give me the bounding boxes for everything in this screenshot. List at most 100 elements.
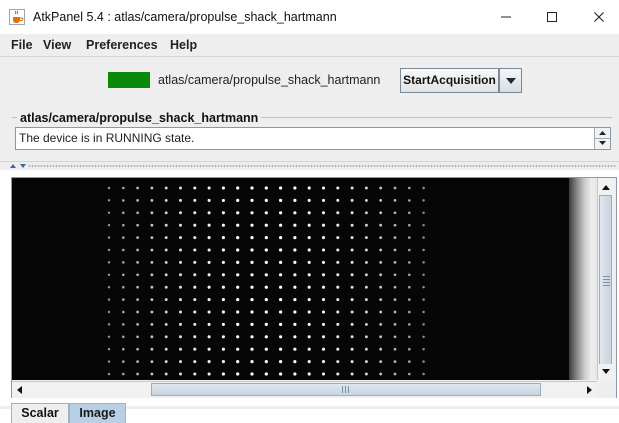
wavefront-spot — [393, 298, 397, 301]
vertical-scroll-thumb[interactable] — [599, 195, 612, 375]
wavefront-spot — [164, 186, 168, 190]
wavefront-spot — [221, 198, 225, 202]
horizontal-scrollbar[interactable] — [12, 381, 597, 397]
wavefront-spot — [307, 211, 311, 215]
scroll-right-button[interactable] — [582, 382, 596, 397]
wavefront-spot — [393, 199, 397, 202]
wavefront-spot — [193, 372, 197, 376]
wavefront-spot — [164, 260, 168, 264]
tab-scalar[interactable]: Scalar — [11, 403, 69, 423]
wavefront-spot — [336, 260, 340, 264]
close-button[interactable] — [576, 0, 619, 34]
wavefront-spot — [350, 248, 354, 252]
wavefront-spot — [164, 298, 168, 302]
wavefront-spot — [422, 285, 425, 289]
scroll-up-button[interactable] — [598, 180, 614, 194]
status-text-area[interactable]: The device is in RUNNING state. — [15, 127, 611, 150]
status-scroll-down-button[interactable] — [595, 138, 610, 148]
maximize-icon — [547, 12, 557, 22]
wavefront-spot — [279, 260, 283, 264]
wavefront-spot — [422, 211, 425, 215]
wavefront-spot — [350, 372, 354, 376]
wavefront-spot — [321, 186, 326, 190]
menu-file[interactable]: File — [11, 38, 33, 52]
wavefront-spot — [379, 335, 383, 339]
wavefront-spot — [136, 273, 139, 277]
wavefront-spot — [122, 223, 125, 227]
wavefront-spot — [350, 186, 354, 190]
command-button[interactable]: StartAcquisition — [400, 68, 499, 93]
wavefront-spot — [164, 310, 168, 314]
wavefront-spot — [164, 347, 168, 351]
tab-image[interactable]: Image — [69, 403, 126, 423]
scroll-left-button[interactable] — [12, 382, 26, 397]
wavefront-spot — [279, 198, 283, 202]
wavefront-spot — [307, 360, 311, 364]
wavefront-spot — [408, 323, 411, 326]
wavefront-spot — [193, 298, 197, 302]
wavefront-spot — [264, 273, 268, 277]
wavefront-spot — [136, 223, 139, 227]
wavefront-spot — [236, 223, 240, 227]
wavefront-spot — [321, 248, 326, 252]
wavefront-spot — [179, 310, 182, 314]
wavefront-spot — [207, 211, 211, 215]
wavefront-spot — [264, 322, 268, 326]
maximize-button[interactable] — [529, 0, 575, 34]
wavefront-spot — [193, 211, 197, 215]
wavefront-spot — [293, 236, 297, 240]
wavefront-spot — [279, 335, 283, 339]
wavefront-spot — [122, 360, 125, 363]
menu-help[interactable]: Help — [170, 38, 197, 52]
wavefront-spot — [193, 186, 197, 190]
wavefront-spot — [393, 223, 397, 227]
wavefront-spot — [408, 285, 411, 289]
wavefront-spot — [179, 186, 182, 190]
arrow-up-icon — [602, 184, 610, 190]
chevron-down-icon — [505, 77, 516, 84]
wavefront-spot — [307, 322, 311, 326]
command-dropdown-button[interactable] — [499, 68, 522, 93]
wavefront-spot — [193, 347, 197, 351]
wavefront-spot — [107, 335, 111, 339]
wavefront-spot — [150, 322, 154, 326]
wavefront-spot — [193, 198, 197, 202]
wavefront-spot — [122, 285, 125, 289]
wavefront-spot — [207, 285, 211, 289]
status-scroll[interactable] — [594, 128, 610, 149]
wavefront-spot — [250, 360, 254, 364]
wavefront-spot — [122, 236, 125, 239]
menu-view[interactable]: View — [43, 38, 71, 52]
wavefront-spot — [279, 322, 283, 326]
wavefront-spot — [393, 360, 397, 363]
wavefront-spot — [236, 211, 240, 215]
camera-image[interactable] — [12, 178, 569, 380]
menu-preferences[interactable]: Preferences — [86, 38, 158, 52]
wavefront-spot — [293, 260, 297, 264]
scroll-down-button[interactable] — [598, 364, 614, 378]
wavefront-spot — [207, 223, 211, 227]
wavefront-spot — [250, 285, 254, 289]
wavefront-spot — [221, 322, 225, 326]
horizontal-scroll-thumb[interactable] — [151, 383, 541, 396]
wavefront-spot — [250, 236, 254, 240]
wavefront-spot — [136, 248, 139, 252]
wavefront-spot — [307, 248, 311, 252]
wavefront-spot — [107, 285, 111, 289]
wavefront-spot — [221, 273, 225, 277]
command-combo[interactable]: StartAcquisition — [400, 68, 522, 93]
wavefront-spot — [150, 335, 154, 339]
wavefront-spot — [279, 372, 283, 376]
camera-image-edge — [569, 178, 597, 380]
wavefront-spot — [350, 347, 354, 351]
wavefront-spot — [264, 186, 268, 190]
vertical-scrollbar[interactable] — [597, 178, 614, 380]
wavefront-spot — [264, 248, 268, 252]
wavefront-spot — [122, 335, 125, 339]
split-pane-divider[interactable] — [0, 161, 619, 170]
minimize-button[interactable] — [483, 0, 529, 34]
wavefront-spot — [393, 323, 397, 326]
wavefront-spot — [164, 211, 168, 215]
wavefront-spot — [336, 298, 340, 302]
wavefront-spot — [393, 372, 397, 376]
